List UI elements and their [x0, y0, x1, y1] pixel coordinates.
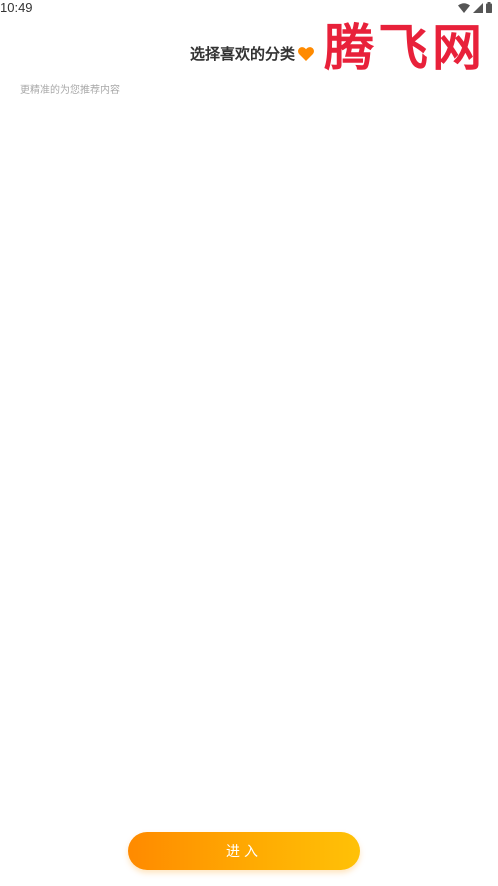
enter-button-label: 进入 [226, 844, 262, 860]
subtitle: 更精准的为您推荐内容 [20, 85, 120, 96]
wifi-icon [458, 2, 470, 13]
enter-button[interactable]: 进入 [128, 832, 360, 870]
battery-icon [486, 2, 492, 13]
signal-icon [473, 2, 483, 13]
page-title: 选择喜欢的分类 [190, 45, 296, 63]
status-bar: 10:49 [0, 0, 498, 18]
watermark-logo: 腾飞网 [324, 18, 486, 77]
status-icons [458, 2, 492, 13]
status-time: 10:49 [0, 0, 33, 15]
heart-icon [298, 46, 314, 61]
